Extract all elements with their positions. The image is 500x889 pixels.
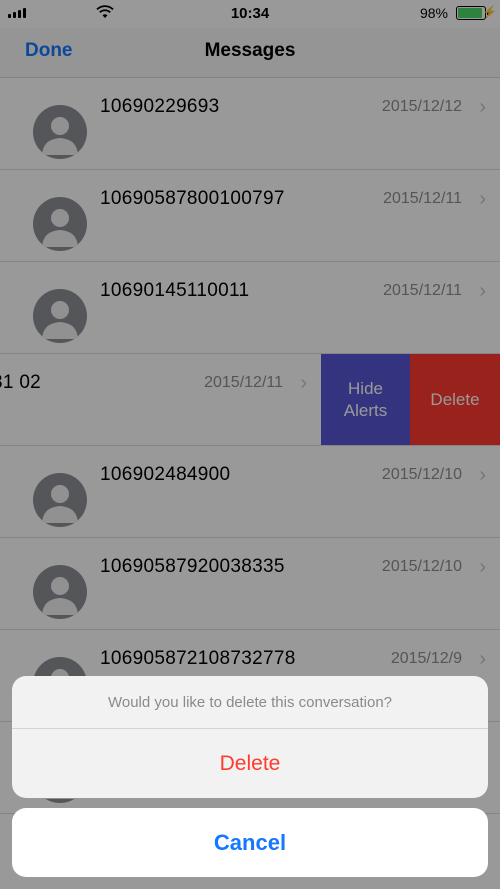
action-sheet-message: Would you like to delete this conversati…: [12, 676, 488, 729]
action-sheet: Would you like to delete this conversati…: [12, 676, 488, 798]
confirm-delete-button[interactable]: Delete: [12, 729, 488, 798]
cancel-button[interactable]: Cancel: [12, 808, 488, 877]
